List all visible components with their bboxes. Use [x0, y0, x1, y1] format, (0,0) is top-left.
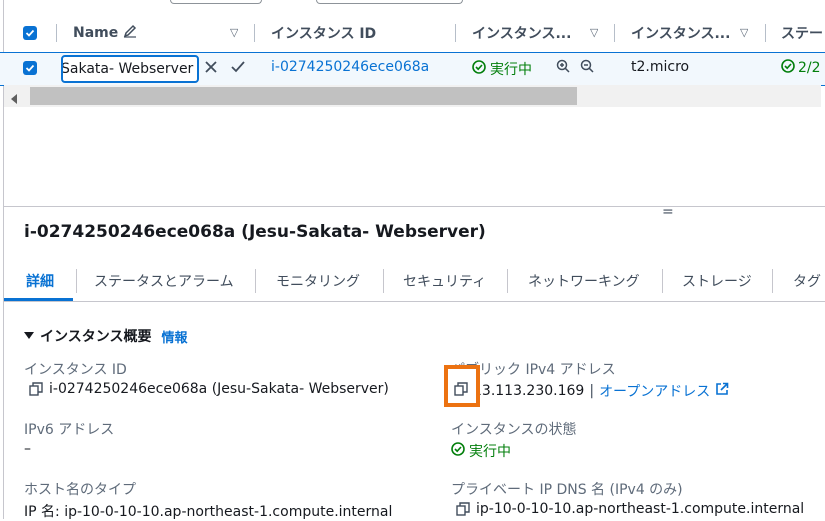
table-header-row: Name ▽ インスタンス ID インスタンス... ▽ インスタンス... ▽… [0, 14, 825, 53]
sort-caret-icon[interactable]: ▽ [740, 26, 748, 39]
tab-separator [76, 269, 77, 293]
state-running-label: 実行中 [490, 62, 532, 78]
column-header-instance-type[interactable]: インスタンス... [631, 24, 731, 42]
tab-separator [383, 269, 384, 293]
tab-status-alarms[interactable]: ステータスとアラーム [94, 264, 234, 298]
hostname-type-label: ホスト名のタイプ [24, 482, 136, 498]
caret-down-icon [24, 328, 34, 344]
ipv6-value: – [24, 441, 31, 457]
state-running: 実行中 [472, 59, 532, 79]
success-check-icon [781, 59, 795, 77]
column-header-name-label: Name [73, 25, 119, 41]
tab-storage[interactable]: ストレージ [682, 264, 752, 298]
column-header-name[interactable]: Name [73, 24, 137, 42]
copy-icon[interactable] [454, 381, 468, 400]
instance-summary-section[interactable]: インスタンス概要 情報 [24, 326, 187, 346]
cancel-edit-icon[interactable] [203, 59, 219, 75]
column-header-status[interactable]: ステー [781, 24, 825, 42]
horizontal-scrollbar[interactable] [4, 85, 821, 107]
resize-handle-icon[interactable]: = [662, 205, 674, 219]
private-dns-label: プライベート IP DNS 名 (IPv4 のみ) [451, 482, 683, 498]
column-separator [765, 24, 766, 42]
column-header-instance-id[interactable]: インスタンス ID [271, 24, 376, 42]
instance-type-value: t2.micro [631, 59, 690, 75]
copy-icon[interactable] [29, 382, 43, 396]
detail-tabs: 詳細 ステータスとアラーム モニタリング セキュリティ ネットワーキング ストレ… [4, 264, 825, 302]
instance-id-label: インスタンス ID [24, 362, 127, 378]
private-dns-row: ip-10-0-10-10.ap-northeast-1.compute.int… [456, 501, 804, 517]
name-edit-value: Sakata- Webserver [61, 61, 194, 77]
instance-state-value: 実行中 [469, 444, 511, 460]
pencil-icon [123, 24, 137, 42]
status-check: 2/2 [781, 59, 821, 77]
split-pane-divider[interactable] [4, 206, 825, 207]
private-dns-value: ip-10-0-10-10.ap-northeast-1.compute.int… [476, 501, 805, 517]
sort-caret-icon[interactable]: ▽ [590, 26, 598, 39]
instance-detail-title: i-0274250246ece068a (Jesu-Sakata- Webser… [24, 222, 486, 242]
tab-tags[interactable]: タグ [793, 264, 821, 298]
instance-state-label: インスタンスの状態 [451, 422, 577, 438]
scroll-left-arrow-icon[interactable] [10, 90, 18, 109]
status-check-value: 2/2 [798, 60, 821, 76]
hostname-type-value: IP 名: ip-10-0-10-10.ap-northeast-1.compu… [24, 504, 393, 520]
open-address-link[interactable]: オープンアドレス [599, 381, 710, 401]
instance-state-row: 実行中 [451, 441, 511, 461]
clipped-search-field[interactable] [316, 0, 463, 4]
external-link-icon[interactable] [715, 382, 729, 400]
ipv6-label: IPv6 アドレス [24, 422, 115, 438]
column-separator [614, 24, 615, 42]
tab-separator [772, 269, 773, 293]
tab-separator [507, 269, 508, 293]
zoom-in-icon[interactable] [556, 59, 570, 73]
column-separator [56, 24, 57, 42]
column-header-instance-state[interactable]: インスタンス... [472, 24, 572, 42]
public-ipv4-row: 13.113.230.169 | オープンアドレス [480, 381, 740, 401]
success-check-icon [472, 60, 486, 78]
select-all-checkbox[interactable] [23, 26, 37, 40]
section-title: インスタンス概要 [40, 329, 152, 345]
name-edit-input[interactable]: Sakata- Webserver [61, 55, 199, 83]
success-check-icon [451, 442, 465, 460]
instance-id-row: i-0274250246ece068a (Jesu-Sakata- Webser… [29, 381, 389, 397]
info-link[interactable]: 情報 [161, 327, 187, 346]
instance-id-value: i-0274250246ece068a (Jesu-Sakata- Webser… [49, 381, 389, 397]
column-separator [254, 24, 255, 42]
tab-separator [662, 269, 663, 293]
instance-id-link[interactable]: i-0274250246ece068a [271, 59, 429, 75]
clipped-button[interactable] [170, 0, 262, 4]
public-ipv4-value: 13.113.230.169 [480, 383, 585, 399]
tab-details[interactable]: 詳細 [4, 264, 73, 301]
confirm-edit-icon[interactable] [230, 59, 246, 75]
divider-pipe: | [589, 383, 595, 399]
tab-monitoring[interactable]: モニタリング [276, 264, 360, 298]
sort-caret-icon[interactable]: ▽ [230, 26, 238, 39]
table-row[interactable]: Sakata- Webserver i-0274250246ece068a 実行… [0, 52, 825, 86]
scrollbar-thumb[interactable] [30, 87, 577, 105]
zoom-out-icon[interactable] [580, 59, 594, 73]
copy-icon[interactable] [456, 502, 470, 516]
tab-security[interactable]: セキュリティ [403, 264, 486, 298]
tab-networking[interactable]: ネットワーキング [528, 264, 640, 298]
column-separator [455, 24, 456, 42]
row-checkbox[interactable] [23, 61, 37, 75]
tab-separator [255, 269, 256, 293]
